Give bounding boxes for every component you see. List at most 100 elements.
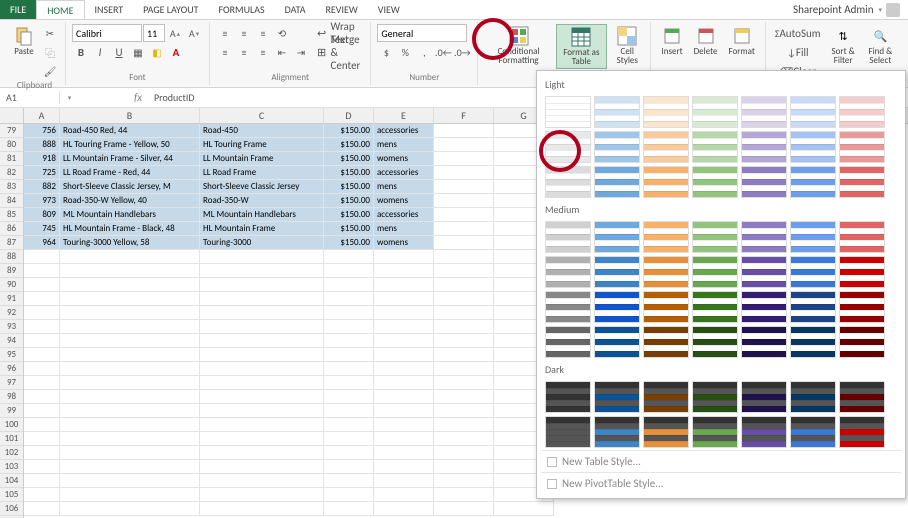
format-as-table-button[interactable]: Format as Table — [556, 24, 607, 69]
table-style-swatch[interactable] — [692, 221, 738, 253]
cell[interactable] — [200, 250, 324, 264]
cell[interactable] — [374, 334, 434, 348]
row-header[interactable]: 82 — [0, 166, 23, 180]
cell[interactable] — [434, 418, 494, 432]
formula-input[interactable]: ProductID — [148, 91, 201, 104]
table-style-swatch[interactable] — [741, 381, 787, 413]
table-style-swatch[interactable] — [643, 291, 689, 323]
cell[interactable] — [24, 502, 60, 516]
account-menu[interactable]: Sharepoint Admin▾ — [785, 0, 908, 19]
shrink-font-button[interactable]: A▾ — [185, 24, 203, 42]
cell[interactable] — [374, 446, 434, 460]
cell[interactable] — [200, 334, 324, 348]
cell[interactable] — [24, 404, 60, 418]
table-style-swatch[interactable] — [692, 256, 738, 288]
cell[interactable] — [374, 432, 434, 446]
row-header[interactable]: 104 — [0, 474, 23, 488]
new-pivot-style-button[interactable]: New PivotTable Style... — [541, 472, 901, 494]
cell[interactable] — [60, 460, 200, 474]
cell[interactable] — [374, 348, 434, 362]
row-header[interactable]: 98 — [0, 390, 23, 404]
table-style-swatch[interactable] — [545, 291, 591, 323]
cell[interactable]: LL Mountain Frame - Silver, 44 — [60, 152, 200, 166]
cell[interactable]: 964 — [24, 236, 60, 250]
cell[interactable] — [200, 292, 324, 306]
tab-data[interactable]: DATA — [275, 0, 316, 19]
cell[interactable]: 745 — [24, 222, 60, 236]
cell[interactable] — [434, 208, 494, 222]
cell[interactable] — [24, 264, 60, 278]
align-right-button[interactable]: ≡ — [254, 43, 272, 61]
table-style-swatch[interactable] — [839, 131, 885, 163]
cell[interactable] — [60, 264, 200, 278]
cell[interactable]: 973 — [24, 194, 60, 208]
table-style-swatch[interactable] — [643, 221, 689, 253]
cell[interactable] — [434, 292, 494, 306]
cell[interactable]: mens — [374, 222, 434, 236]
cell[interactable] — [434, 194, 494, 208]
cell[interactable]: $150.00 — [324, 166, 374, 180]
cell[interactable] — [200, 418, 324, 432]
cell[interactable]: LL Road Frame — [200, 166, 324, 180]
cell[interactable] — [60, 320, 200, 334]
cell[interactable] — [434, 334, 494, 348]
row-header[interactable]: 92 — [0, 306, 23, 320]
cell[interactable] — [60, 502, 200, 516]
table-style-swatch[interactable] — [790, 131, 836, 163]
insert-button[interactable]: Insert — [657, 24, 686, 58]
name-box-dropdown[interactable]: ▾ — [60, 89, 78, 107]
row-header[interactable]: 103 — [0, 460, 23, 474]
table-style-swatch[interactable] — [839, 256, 885, 288]
format-button[interactable]: Format — [725, 24, 759, 58]
delete-button[interactable]: Delete — [690, 24, 722, 58]
table-style-swatch[interactable] — [692, 131, 738, 163]
table-style-swatch[interactable] — [643, 256, 689, 288]
cell[interactable] — [324, 320, 374, 334]
table-style-swatch[interactable] — [741, 291, 787, 323]
cell[interactable]: HL Mountain Frame - Black, 48 — [60, 222, 200, 236]
format-painter-button[interactable]: 🖌 — [41, 62, 59, 80]
cell[interactable] — [60, 488, 200, 502]
table-style-swatch[interactable] — [545, 166, 591, 198]
paste-button[interactable]: Paste — [10, 24, 38, 58]
table-style-swatch[interactable] — [741, 96, 787, 128]
cell[interactable]: 725 — [24, 166, 60, 180]
cell[interactable] — [434, 222, 494, 236]
cut-button[interactable]: ✂ — [41, 24, 59, 42]
cell-styles-button[interactable]: Cell Styles — [610, 24, 644, 67]
cell[interactable]: 756 — [24, 124, 60, 138]
cell[interactable] — [324, 404, 374, 418]
table-style-swatch[interactable] — [692, 416, 738, 448]
cell[interactable]: HL Touring Frame — [200, 138, 324, 152]
table-style-swatch[interactable] — [643, 131, 689, 163]
inc-decimal-button[interactable]: .0← — [434, 43, 452, 61]
cell[interactable] — [324, 502, 374, 516]
cell[interactable] — [374, 376, 434, 390]
table-style-swatch[interactable] — [790, 96, 836, 128]
tab-home[interactable]: HOME — [36, 0, 84, 19]
cell[interactable] — [324, 460, 374, 474]
find-select-button[interactable]: 🔍Find & Select — [863, 24, 898, 67]
cell[interactable]: HL Touring Frame - Yellow, 50 — [60, 138, 200, 152]
table-style-swatch[interactable] — [692, 96, 738, 128]
cell[interactable] — [434, 460, 494, 474]
col-header-C[interactable]: C — [200, 108, 324, 123]
tab-insert[interactable]: INSERT — [85, 0, 134, 19]
cell[interactable] — [24, 446, 60, 460]
table-style-swatch[interactable] — [545, 256, 591, 288]
row-header[interactable]: 100 — [0, 418, 23, 432]
col-header-D[interactable]: D — [324, 108, 374, 123]
cell[interactable] — [24, 376, 60, 390]
table-style-swatch[interactable] — [741, 221, 787, 253]
cell[interactable] — [60, 278, 200, 292]
cell[interactable]: $150.00 — [324, 236, 374, 250]
row-header[interactable]: 99 — [0, 404, 23, 418]
indent-inc-button[interactable]: ⇥ — [292, 43, 310, 61]
cell[interactable] — [434, 502, 494, 516]
cell[interactable] — [24, 362, 60, 376]
table-style-swatch[interactable] — [839, 221, 885, 253]
row-header[interactable]: 79 — [0, 124, 23, 138]
cell[interactable]: $150.00 — [324, 194, 374, 208]
table-style-swatch[interactable] — [839, 166, 885, 198]
cell[interactable] — [200, 390, 324, 404]
